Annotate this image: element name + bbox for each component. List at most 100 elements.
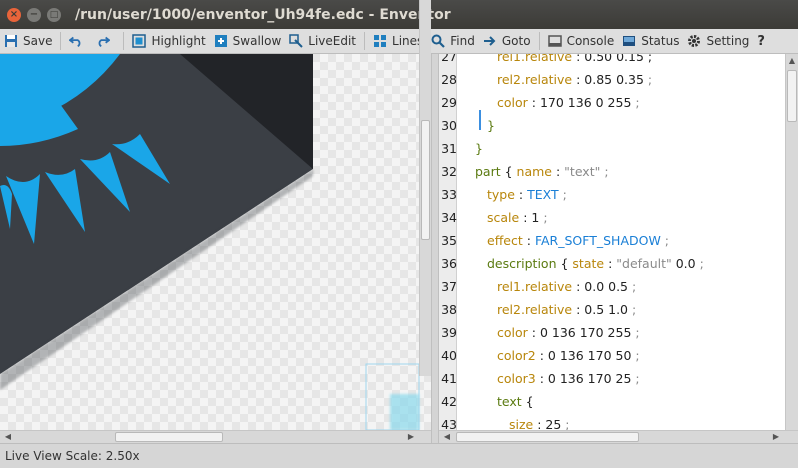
help-button[interactable]: ?: [753, 29, 769, 54]
code-line[interactable]: 37 rel1.relative : 0.0 0.5 ;: [439, 275, 785, 298]
line-number: 41: [441, 371, 457, 386]
liveedit-toggle[interactable]: LiveEdit: [285, 29, 360, 54]
code-token: ;: [695, 256, 704, 271]
scrollbar-thumb[interactable]: [456, 432, 639, 442]
code-token: :: [533, 417, 546, 430]
code-line[interactable]: 30}: [439, 114, 785, 137]
live-view-horizontal-scrollbar[interactable]: ◀ ▶: [0, 430, 431, 443]
scrollbar-thumb[interactable]: [787, 70, 797, 122]
code-text: scale : 1 ;: [487, 210, 548, 225]
highlight-label: Highlight: [151, 34, 206, 48]
console-toggle[interactable]: Console: [544, 29, 619, 54]
setting-button[interactable]: Setting: [683, 29, 753, 54]
window-title: /run/user/1000/enventor_Uh94fe.edc - Env…: [75, 6, 451, 23]
line-number: 37: [441, 279, 457, 294]
line-number: 35: [441, 233, 457, 248]
scrollbar-thumb[interactable]: [421, 120, 430, 240]
code-token: :: [522, 233, 535, 248]
undo-button[interactable]: [65, 29, 92, 54]
code-token: "text": [564, 164, 601, 179]
scroll-left-arrow-icon[interactable]: ◀: [2, 431, 14, 443]
pane-splitter[interactable]: [431, 54, 439, 443]
console-label: Console: [566, 34, 615, 48]
code-text: description { state : "default" 0.0 ;: [487, 256, 704, 271]
find-button[interactable]: Find: [427, 29, 479, 54]
live-view-scale-text: Live View Scale: 2.50x: [5, 449, 140, 463]
close-window-button[interactable]: ×: [7, 7, 21, 22]
code-token: 0.85 0.35: [584, 72, 644, 87]
code-token: part: [475, 164, 501, 179]
save-button[interactable]: Save: [0, 29, 56, 54]
code-line[interactable]: 27 rel1.relative : 0.50 0.15 ;: [439, 54, 785, 68]
line-number: 43: [441, 417, 457, 430]
code-token: 0.5 1.0: [584, 302, 629, 317]
scroll-right-arrow-icon[interactable]: ▶: [770, 431, 782, 443]
code-token: color: [497, 95, 528, 110]
code-text: rel2.relative : 0.5 1.0 ;: [497, 302, 636, 317]
code-line[interactable]: 32 part { name : "text" ;: [439, 160, 785, 183]
swallow-icon: [214, 34, 228, 48]
code-token: ;: [631, 371, 640, 386]
code-line[interactable]: 39 color : 0 136 170 255 ;: [439, 321, 785, 344]
code-token: color: [497, 325, 528, 340]
code-token: 25: [545, 417, 562, 430]
title-bar: × − □ /run/user/1000/enventor_Uh94fe.edc…: [0, 0, 798, 29]
code-line[interactable]: 34 scale : 1 ;: [439, 206, 785, 229]
code-token: description: [487, 256, 557, 271]
code-token: :: [572, 72, 585, 87]
minimize-window-button[interactable]: −: [27, 7, 41, 22]
code-line[interactable]: 29 color : 170 136 0 255 ;: [439, 91, 785, 114]
toolbar-divider: [60, 32, 62, 50]
code-line[interactable]: 28 rel2.relative : 0.85 0.35 ;: [439, 68, 785, 91]
editor-horizontal-scrollbar[interactable]: ◀ ▶: [439, 430, 798, 443]
code-token: :: [572, 302, 585, 317]
scroll-left-arrow-icon[interactable]: ◀: [441, 431, 453, 443]
maximize-window-button[interactable]: □: [47, 7, 61, 22]
code-token: }: [475, 141, 483, 156]
code-line[interactable]: 40 color2 : 0 136 170 50 ;: [439, 344, 785, 367]
highlight-toggle[interactable]: Highlight: [128, 29, 209, 54]
code-token: ;: [631, 348, 640, 363]
code-token: {: [521, 394, 534, 409]
code-token: TEXT: [527, 187, 559, 202]
code-token: 0 136 170 25: [547, 371, 632, 386]
redo-button[interactable]: [92, 29, 119, 54]
code-token: 170 136 0 255: [539, 95, 632, 110]
code-line[interactable]: 43 size : 25 ;: [439, 413, 785, 430]
status-toggle[interactable]: Status: [618, 29, 683, 54]
code-token: effect: [487, 233, 523, 248]
scroll-right-arrow-icon[interactable]: ▶: [405, 431, 417, 443]
scroll-up-arrow-icon[interactable]: ▲: [786, 55, 798, 67]
live-view[interactable]: [0, 54, 431, 430]
code-text: color : 170 136 0 255 ;: [497, 95, 640, 110]
code-line[interactable]: 38 rel2.relative : 0.5 1.0 ;: [439, 298, 785, 321]
toolbar-divider: [123, 32, 125, 50]
code-token: ;: [558, 187, 567, 202]
scrollbar-thumb[interactable]: [115, 432, 223, 442]
goto-button[interactable]: Goto: [479, 29, 535, 54]
code-token: : 0.50 0.15 ;: [572, 54, 653, 64]
code-line[interactable]: 42 text {: [439, 390, 785, 413]
code-text: rel1.relative : 0.50 0.15 ;: [497, 54, 652, 64]
swallow-toggle[interactable]: Swallow: [210, 29, 286, 54]
editor-vertical-scrollbar[interactable]: ▲: [785, 54, 798, 430]
code-line[interactable]: 31}: [439, 137, 785, 160]
code-token: color3: [497, 371, 536, 386]
code-token: state: [572, 256, 605, 271]
code-text: text {: [497, 394, 534, 409]
code-text: rel1.relative : 0.0 0.5 ;: [497, 279, 636, 294]
live-view-vertical-scrollbar[interactable]: [419, 0, 431, 376]
code-text: size : 25 ;: [509, 417, 570, 430]
code-line[interactable]: 36 description { state : "default" 0.0 ;: [439, 252, 785, 275]
code-line[interactable]: 41 color3 : 0 136 170 25 ;: [439, 367, 785, 390]
code-token: 0.0: [671, 256, 696, 271]
code-token: :: [572, 279, 585, 294]
code-token: ;: [631, 325, 640, 340]
code-line[interactable]: 33 type : TEXT ;: [439, 183, 785, 206]
maximize-icon: □: [49, 9, 59, 20]
code-text: }: [487, 118, 495, 133]
code-token: name: [516, 164, 552, 179]
line-number: 42: [441, 394, 457, 409]
code-line[interactable]: 35 effect : FAR_SOFT_SHADOW ;: [439, 229, 785, 252]
code-editor[interactable]: 27 rel1.relative : 0.50 0.15 ; 28 rel2.rela…: [439, 54, 785, 430]
